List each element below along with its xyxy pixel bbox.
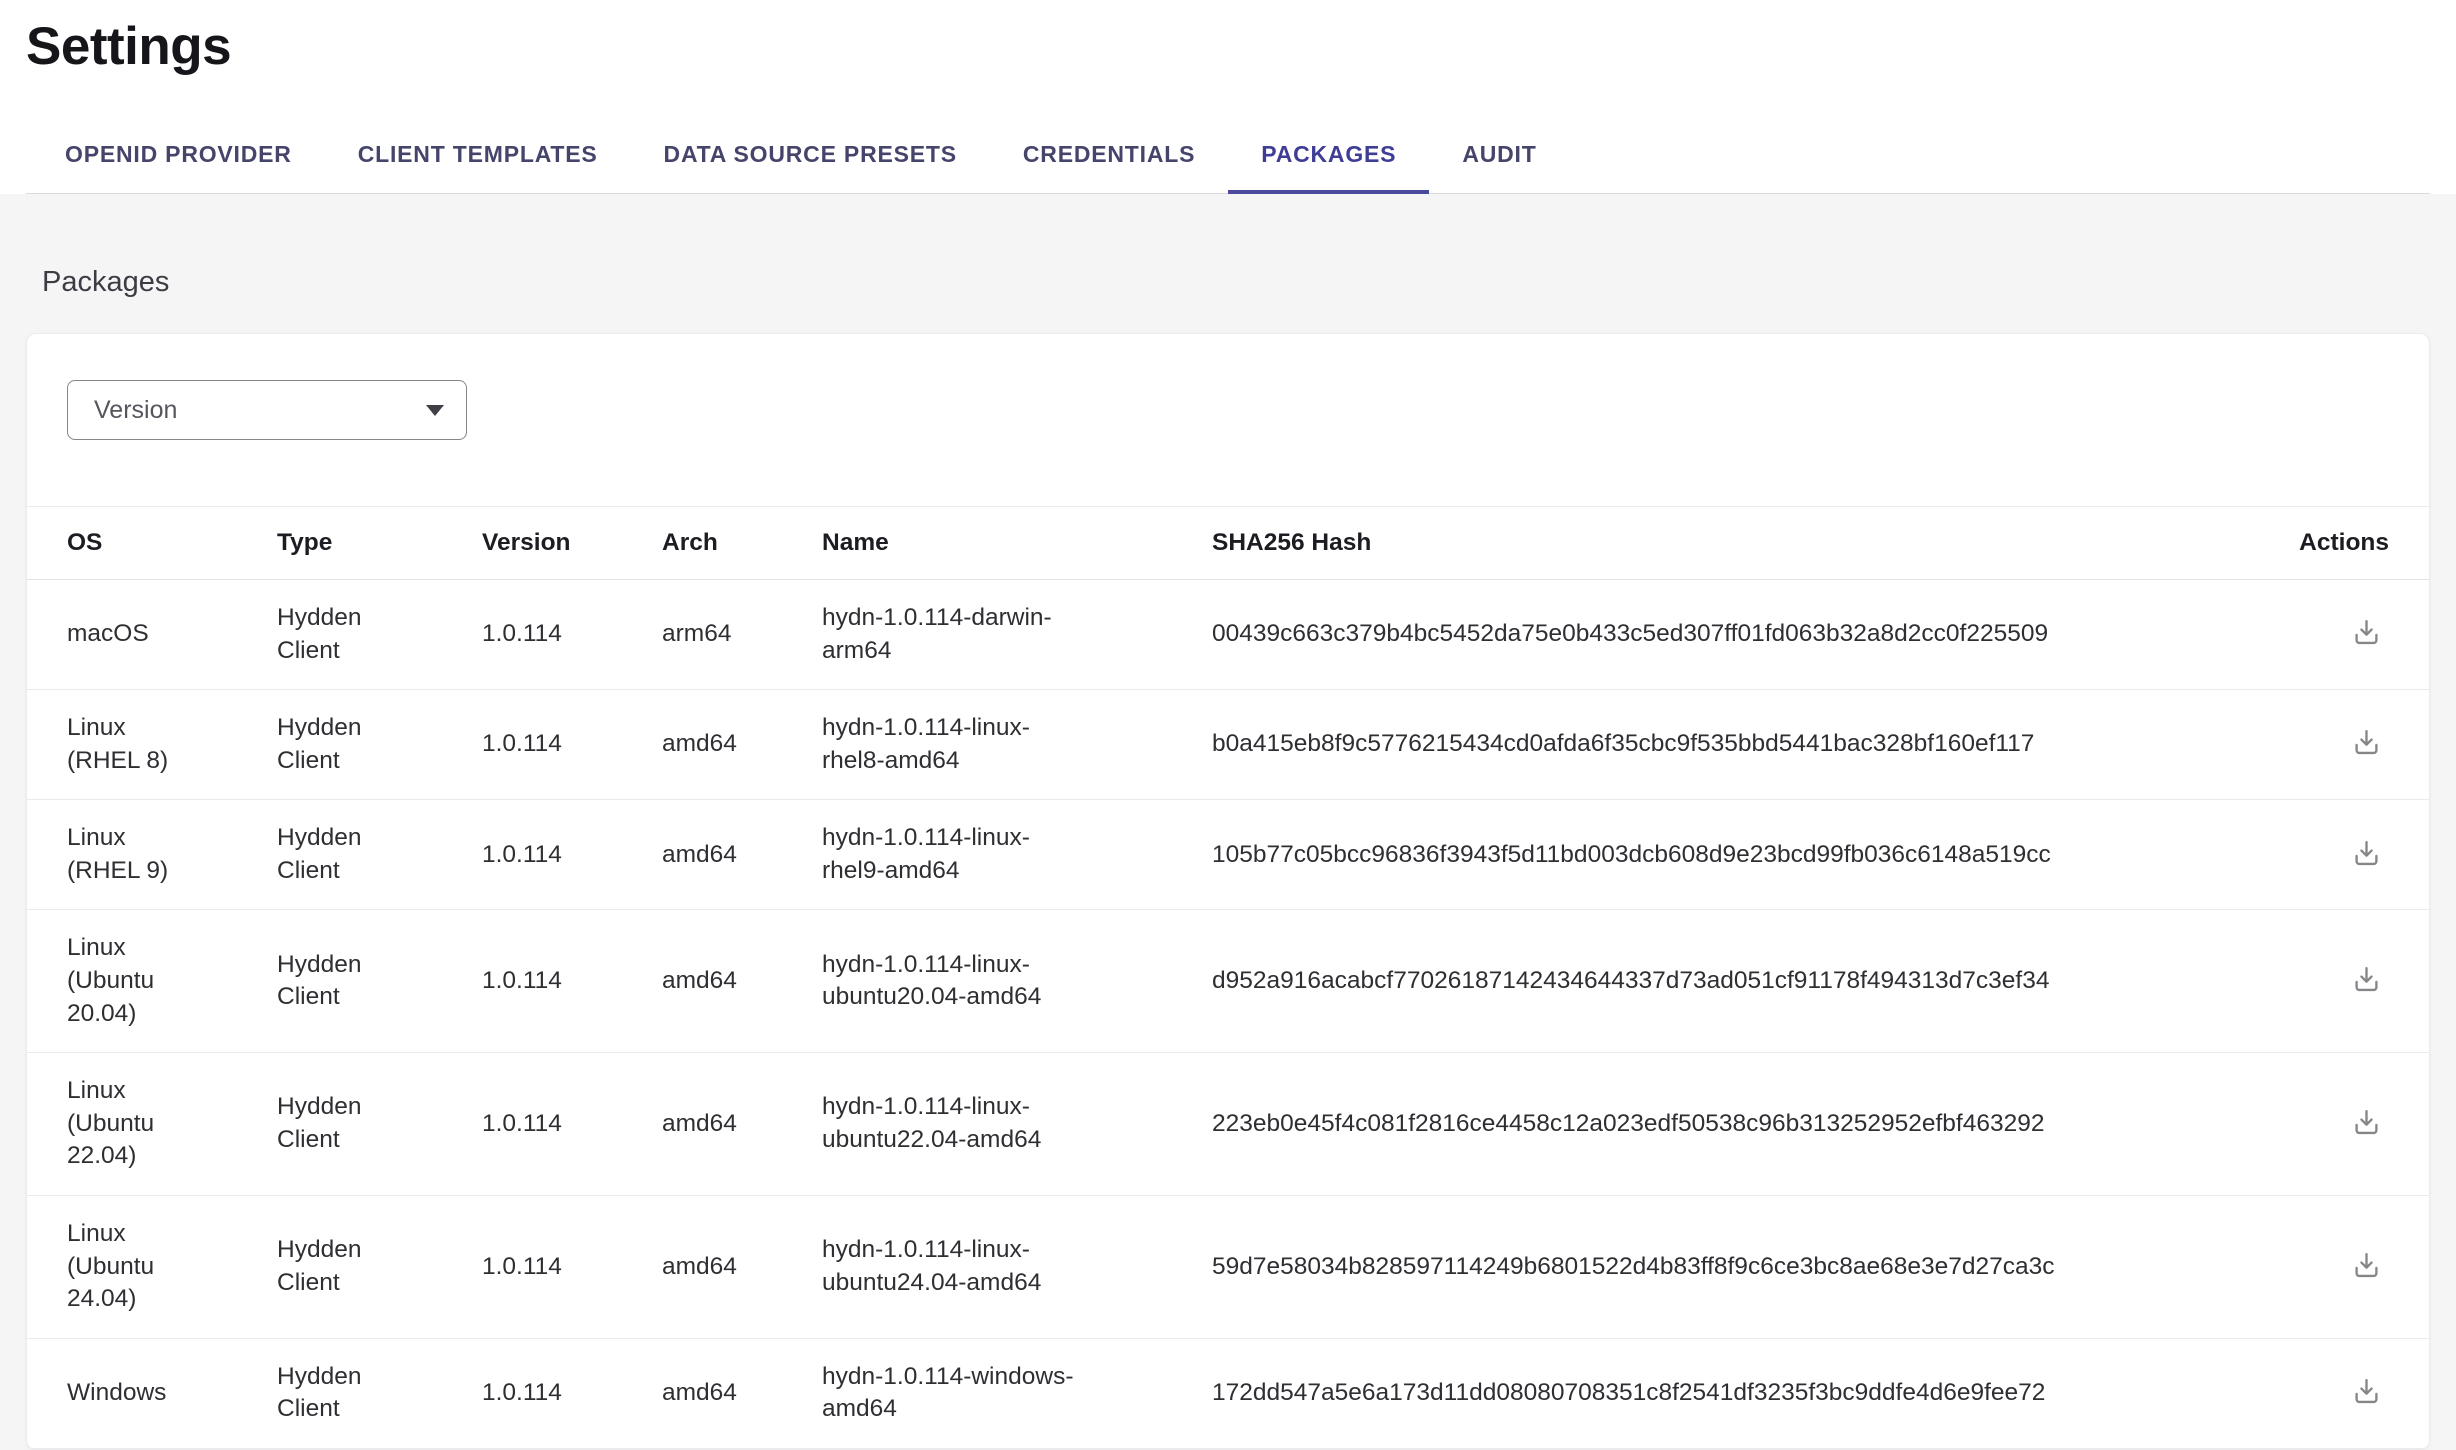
col-name: Name <box>822 507 1212 580</box>
cell-os: Linux (Ubuntu 24.04) <box>27 1195 277 1338</box>
cell-os: Linux (Ubuntu 22.04) <box>27 1053 277 1196</box>
cell-os: Linux (Ubuntu 20.04) <box>27 910 277 1053</box>
cell-actions <box>2279 1338 2429 1448</box>
cell-actions <box>2279 910 2429 1053</box>
version-dropdown-label: Version <box>94 396 177 425</box>
chevron-down-icon <box>426 405 444 416</box>
cell-arch: amd64 <box>662 690 822 800</box>
download-button[interactable] <box>2348 958 2385 999</box>
cell-name: hydn-1.0.114-linux-ubuntu24.04-amd64 <box>822 1195 1212 1338</box>
cell-version: 1.0.114 <box>482 1338 662 1448</box>
download-icon <box>2350 615 2383 648</box>
tab-credentials[interactable]: CREDENTIALS <box>990 121 1228 194</box>
col-type: Type <box>277 507 482 580</box>
download-button[interactable] <box>2348 832 2385 873</box>
page-title: Settings <box>26 16 2430 77</box>
cell-version: 1.0.114 <box>482 910 662 1053</box>
cell-name: hydn-1.0.114-linux-rhel8-amd64 <box>822 690 1212 800</box>
cell-sha256: 172dd547a5e6a173d11dd08080708351c8f2541d… <box>1212 1338 2279 1448</box>
cell-type: Hydden Client <box>277 580 482 690</box>
table-row: Windows Hydden Client 1.0.114 amd64 hydn… <box>27 1338 2429 1448</box>
col-sha256: SHA256 Hash <box>1212 507 2279 580</box>
cell-os: Linux (RHEL 9) <box>27 800 277 910</box>
cell-version: 1.0.114 <box>482 800 662 910</box>
cell-arch: amd64 <box>662 1338 822 1448</box>
packages-panel: Packages Version OS Type Version Arch <box>0 194 2456 1450</box>
settings-tabs: OPENID PROVIDER CLIENT TEMPLATES DATA SO… <box>26 121 2430 194</box>
cell-version: 1.0.114 <box>482 1195 662 1338</box>
cell-arch: amd64 <box>662 1195 822 1338</box>
download-icon <box>2350 1105 2383 1138</box>
cell-type: Hydden Client <box>277 800 482 910</box>
cell-actions <box>2279 690 2429 800</box>
cell-version: 1.0.114 <box>482 580 662 690</box>
page-header: Settings OPENID PROVIDER CLIENT TEMPLATE… <box>0 0 2456 194</box>
col-version: Version <box>482 507 662 580</box>
cell-type: Hydden Client <box>277 690 482 800</box>
cell-type: Hydden Client <box>277 1338 482 1448</box>
table-row: macOS Hydden Client 1.0.114 arm64 hydn-1… <box>27 580 2429 690</box>
table-row: Linux (Ubuntu 22.04) Hydden Client 1.0.1… <box>27 1053 2429 1196</box>
cell-name: hydn-1.0.114-linux-ubuntu20.04-amd64 <box>822 910 1212 1053</box>
download-button[interactable] <box>2348 611 2385 652</box>
download-icon <box>2350 836 2383 869</box>
cell-actions <box>2279 800 2429 910</box>
cell-sha256: 59d7e58034b828597114249b6801522d4b83ff8f… <box>1212 1195 2279 1338</box>
cell-version: 1.0.114 <box>482 690 662 800</box>
cell-sha256: 00439c663c379b4bc5452da75e0b433c5ed307ff… <box>1212 580 2279 690</box>
cell-name: hydn-1.0.114-linux-ubuntu22.04-amd64 <box>822 1053 1212 1196</box>
cell-name: hydn-1.0.114-windows-amd64 <box>822 1338 1212 1448</box>
cell-name: hydn-1.0.114-linux-rhel9-amd64 <box>822 800 1212 910</box>
col-os: OS <box>27 507 277 580</box>
table-row: Linux (RHEL 8) Hydden Client 1.0.114 amd… <box>27 690 2429 800</box>
tab-client-templates[interactable]: CLIENT TEMPLATES <box>325 121 631 194</box>
cell-os: Linux (RHEL 8) <box>27 690 277 800</box>
cell-sha256: b0a415eb8f9c5776215434cd0afda6f35cbc9f53… <box>1212 690 2279 800</box>
settings-page: Settings OPENID PROVIDER CLIENT TEMPLATE… <box>0 0 2456 1450</box>
cell-arch: amd64 <box>662 1053 822 1196</box>
download-button[interactable] <box>2348 1244 2385 1285</box>
section-title: Packages <box>42 194 2430 299</box>
download-button[interactable] <box>2348 721 2385 762</box>
col-actions: Actions <box>2279 507 2429 580</box>
download-icon <box>2350 1374 2383 1407</box>
cell-version: 1.0.114 <box>482 1053 662 1196</box>
cell-name: hydn-1.0.114-darwin-arm64 <box>822 580 1212 690</box>
packages-table-body: macOS Hydden Client 1.0.114 arm64 hydn-1… <box>27 580 2429 1449</box>
cell-type: Hydden Client <box>277 1053 482 1196</box>
cell-os: Windows <box>27 1338 277 1448</box>
cell-actions <box>2279 1195 2429 1338</box>
cell-actions <box>2279 1053 2429 1196</box>
download-button[interactable] <box>2348 1101 2385 1142</box>
cell-type: Hydden Client <box>277 910 482 1053</box>
cell-actions <box>2279 580 2429 690</box>
tab-packages[interactable]: PACKAGES <box>1228 121 1429 194</box>
download-icon <box>2350 962 2383 995</box>
table-row: Linux (RHEL 9) Hydden Client 1.0.114 amd… <box>27 800 2429 910</box>
cell-arch: amd64 <box>662 910 822 1053</box>
table-row: Linux (Ubuntu 24.04) Hydden Client 1.0.1… <box>27 1195 2429 1338</box>
cell-os: macOS <box>27 580 277 690</box>
tab-data-source-presets[interactable]: DATA SOURCE PRESETS <box>631 121 990 194</box>
download-icon <box>2350 725 2383 758</box>
packages-card: Version OS Type Version Arch Name SHA256… <box>26 333 2430 1450</box>
cell-type: Hydden Client <box>277 1195 482 1338</box>
table-row: Linux (Ubuntu 20.04) Hydden Client 1.0.1… <box>27 910 2429 1053</box>
download-icon <box>2350 1248 2383 1281</box>
tab-audit[interactable]: AUDIT <box>1429 121 1569 194</box>
download-button[interactable] <box>2348 1370 2385 1411</box>
cell-sha256: 105b77c05bcc96836f3943f5d11bd003dcb608d9… <box>1212 800 2279 910</box>
packages-table-header: OS Type Version Arch Name SHA256 Hash Ac… <box>27 507 2429 580</box>
version-dropdown[interactable]: Version <box>67 380 467 440</box>
cell-sha256: 223eb0e45f4c081f2816ce4458c12a023edf5053… <box>1212 1053 2279 1196</box>
col-arch: Arch <box>662 507 822 580</box>
cell-arch: amd64 <box>662 800 822 910</box>
packages-table: OS Type Version Arch Name SHA256 Hash Ac… <box>27 506 2429 1449</box>
cell-arch: arm64 <box>662 580 822 690</box>
cell-sha256: d952a916acabcf77026187142434644337d73ad0… <box>1212 910 2279 1053</box>
tab-openid-provider[interactable]: OPENID PROVIDER <box>32 121 325 194</box>
